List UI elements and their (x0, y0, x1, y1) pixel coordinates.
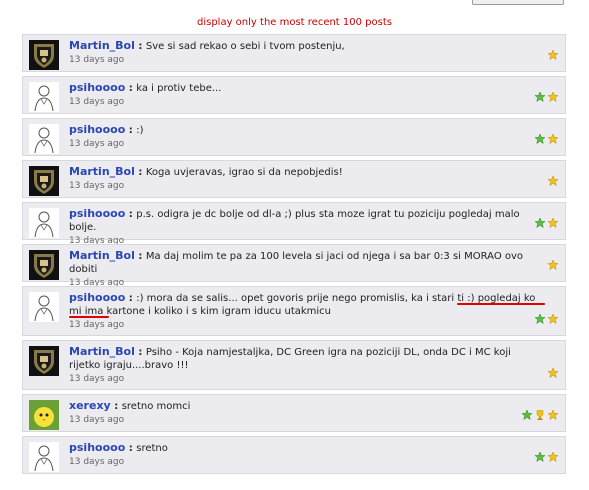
green-star-icon (534, 214, 546, 233)
post-username[interactable]: Martin_Bol (69, 249, 135, 262)
gold-star-icon (547, 406, 559, 425)
post-username[interactable]: psihoooo (69, 291, 125, 304)
post-timestamp: 13 days ago (69, 374, 125, 384)
avatar-sketch-figure-icon[interactable] (29, 292, 59, 322)
post-timestamp: 13 days ago (69, 415, 125, 425)
avatar-team-crest-icon[interactable] (29, 346, 59, 376)
avatar-sketch-figure-icon[interactable] (29, 442, 59, 472)
post-message: Koga uvjeravas, igrao si da nepobjedis! (145, 167, 343, 178)
post-badges (547, 364, 559, 383)
post-message: p.s. odigra je dc bolje od dl-a ;) plus … (69, 209, 520, 233)
gold-trophy-icon (534, 406, 546, 425)
green-star-icon (521, 406, 533, 425)
post-username[interactable]: psihoooo (69, 207, 125, 220)
gold-star-icon (547, 88, 559, 107)
posts-panel: Martin_Bol : Sve si sad rekao o sebi i t… (22, 32, 566, 474)
post-timestamp: 13 days ago (69, 320, 125, 330)
post-username[interactable]: psihoooo (69, 81, 125, 94)
post-item: Martin_Bol : Koga uvjeravas, igrao si da… (22, 160, 566, 198)
gold-star-icon (547, 310, 559, 329)
post-username[interactable]: Martin_Bol (69, 39, 135, 52)
post-item: psihoooo : sretno 13 days ago (22, 436, 566, 474)
post-timestamp: 13 days ago (69, 139, 125, 149)
post-username[interactable]: psihoooo (69, 123, 125, 136)
post-badges (534, 310, 559, 329)
post-badges (534, 88, 559, 107)
post-item: Martin_Bol : Psiho - Koja namjestaljka, … (22, 340, 566, 390)
recent-posts-notice: display only the most recent 100 posts (197, 17, 392, 28)
post-badges (534, 214, 559, 233)
post-item: psihoooo : ka i protiv tebe... 13 days a… (22, 76, 566, 114)
post-message: ka i protiv tebe... (136, 83, 222, 94)
post-badges (534, 130, 559, 149)
post-username[interactable]: Martin_Bol (69, 165, 135, 178)
gold-star-icon (547, 214, 559, 233)
post-timestamp: 13 days ago (69, 55, 125, 65)
gold-star-icon (547, 448, 559, 467)
post-badges (547, 46, 559, 65)
post-message: sretno momci (121, 401, 191, 412)
post-badges (521, 406, 559, 425)
top-button[interactable] (472, 0, 564, 5)
post-badges (547, 172, 559, 191)
post-message: :) mora da se salis... opet govoris prij… (69, 293, 536, 317)
post-item: psihoooo : :) 13 days ago (22, 118, 566, 156)
post-username[interactable]: psihoooo (69, 441, 125, 454)
avatar-team-crest-icon[interactable] (29, 250, 59, 280)
post-item: psihoooo : :) mora da se salis... opet g… (22, 286, 566, 336)
gold-star-icon (547, 364, 559, 383)
gold-star-icon (547, 256, 559, 275)
post-timestamp: 13 days ago (69, 97, 125, 107)
post-item: psihoooo : p.s. odigra je dc bolje od dl… (22, 202, 566, 246)
post-username[interactable]: xerexy (69, 399, 111, 412)
green-star-icon (534, 130, 546, 149)
gold-star-icon (547, 130, 559, 149)
post-badges (547, 256, 559, 275)
post-timestamp: 13 days ago (69, 457, 125, 467)
avatar-sketch-figure-icon[interactable] (29, 124, 59, 154)
gold-star-icon (547, 172, 559, 191)
green-star-icon (534, 88, 546, 107)
green-star-icon (534, 310, 546, 329)
avatar-yellow-chick-icon[interactable] (29, 400, 59, 430)
post-message: Sve si sad rekao o sebi i tvom postenju, (145, 41, 345, 52)
green-star-icon (534, 448, 546, 467)
post-username[interactable]: Martin_Bol (69, 345, 135, 358)
post-badges (534, 448, 559, 467)
avatar-sketch-figure-icon[interactable] (29, 82, 59, 112)
avatar-team-crest-icon[interactable] (29, 40, 59, 70)
red-underline-annotation (457, 303, 545, 305)
gold-star-icon (547, 46, 559, 65)
avatar-sketch-figure-icon[interactable] (29, 208, 59, 238)
post-message: :) (136, 125, 144, 136)
post-message: sretno (136, 443, 168, 454)
post-item: Martin_Bol : Sve si sad rekao o sebi i t… (22, 34, 566, 72)
post-item: xerexy : sretno momci 13 days ago (22, 394, 566, 432)
red-underline-annotation (69, 316, 109, 318)
avatar-team-crest-icon[interactable] (29, 166, 59, 196)
post-item: Martin_Bol : Ma daj molim te pa za 100 l… (22, 244, 566, 288)
post-timestamp: 13 days ago (69, 181, 125, 191)
